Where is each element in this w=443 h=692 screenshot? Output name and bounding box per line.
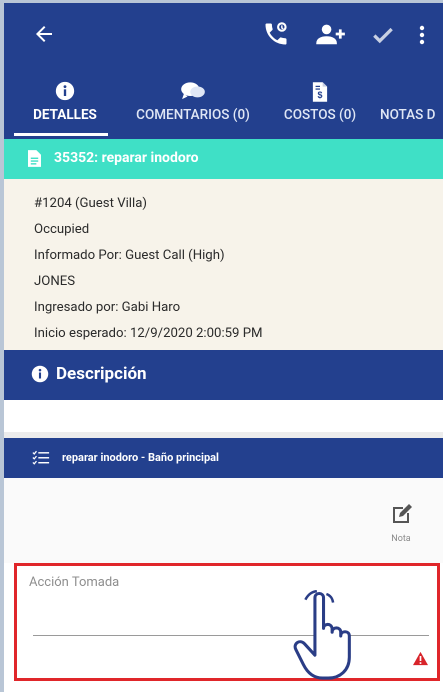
tab-bar: DETALLES COMENTARIOS (0) $ COSTOS (0) NO… xyxy=(4,67,443,139)
edit-note-icon xyxy=(393,504,412,523)
tab-label: COMENTARIOS (0) xyxy=(136,107,250,123)
arrow-left-icon[interactable] xyxy=(32,22,56,46)
info-icon xyxy=(31,365,49,383)
task-header[interactable]: reparar inodoro - Baño principal xyxy=(4,438,443,478)
expected-start-text: Inicio esperado: 12/9/2020 2:00:59 PM xyxy=(34,326,263,341)
tab-notas[interactable]: NOTAS D xyxy=(380,67,443,139)
work-order-details: #1204 (Guest Villa) Occupied Informado P… xyxy=(4,179,443,350)
phone-icon[interactable] xyxy=(262,20,290,48)
app-header xyxy=(4,3,443,67)
check-icon[interactable] xyxy=(370,22,396,48)
invoice-icon: $ xyxy=(312,82,328,102)
tab-label: COSTOS (0) xyxy=(283,107,357,123)
guest-name-text: JONES xyxy=(34,274,76,289)
chat-icon xyxy=(181,82,205,100)
active-tab-indicator xyxy=(14,133,108,136)
document-icon xyxy=(28,150,41,167)
add-user-icon[interactable] xyxy=(314,20,346,48)
note-label: Nota xyxy=(391,534,411,544)
description-body xyxy=(4,400,443,432)
description-header: Descripción xyxy=(4,350,443,400)
info-icon xyxy=(55,81,75,101)
description-title: Descripción xyxy=(56,364,147,384)
note-button[interactable]: Nota xyxy=(381,498,421,548)
location-text: #1204 (Guest Villa) xyxy=(34,196,147,211)
reported-by-text: Informado Por: Guest Call (High) xyxy=(34,248,225,263)
tab-detalles[interactable]: DETALLES xyxy=(12,67,118,139)
tab-label: NOTAS D xyxy=(380,107,436,123)
tab-comentarios[interactable]: COMENTARIOS (0) xyxy=(119,67,267,139)
task-title: reparar inodoro - Baño principal xyxy=(62,451,219,464)
svg-text:$: $ xyxy=(318,90,323,100)
work-order-title-bar: 35352: reparar inodoro xyxy=(4,139,443,179)
tab-label: DETALLES xyxy=(33,107,97,123)
entered-by-text: Ingresado por: Gabi Haro xyxy=(34,300,181,315)
warning-icon xyxy=(413,651,428,666)
status-text: Occupied xyxy=(34,222,90,237)
work-order-title: 35352: reparar inodoro xyxy=(54,150,199,166)
checklist-icon xyxy=(32,450,50,465)
task-body xyxy=(4,478,443,563)
action-taken-placeholder: Acción Tomada xyxy=(29,575,120,590)
pointer-hand-icon xyxy=(293,590,351,680)
more-vert-icon[interactable] xyxy=(418,22,426,48)
tab-costos[interactable]: $ COSTOS (0) xyxy=(272,67,368,139)
